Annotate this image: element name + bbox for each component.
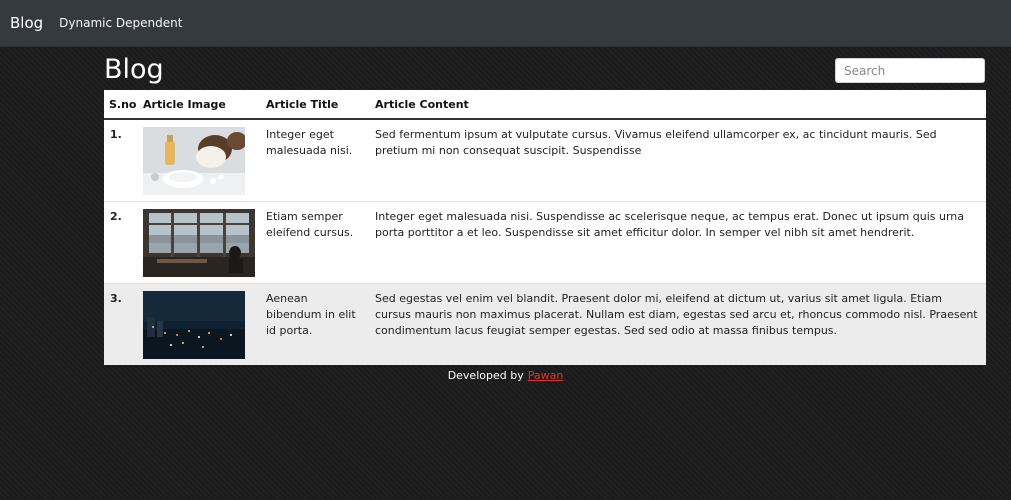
night-city-photo bbox=[143, 291, 245, 359]
row-content: Sed egestas vel enim vel blandit. Praese… bbox=[375, 292, 978, 337]
row-content: Integer eget malesuada nisi. Suspendisse… bbox=[375, 210, 965, 239]
table-row: 2. Etiam semper eleifend cursus. Integer… bbox=[104, 201, 986, 284]
office-window-photo bbox=[143, 209, 255, 277]
column-header-article-title: Article Title bbox=[261, 90, 370, 120]
table-row: 1. Integer eget malesuada nisi. Sed ferm… bbox=[104, 119, 986, 202]
row-sno: 1. bbox=[110, 128, 122, 141]
coconut-products-photo bbox=[143, 127, 245, 195]
row-title: Integer eget malesuada nisi. bbox=[266, 128, 353, 157]
page-title: Blog bbox=[104, 54, 164, 85]
table-header: S.no Article Image Article Title Article… bbox=[104, 90, 986, 120]
row-title: Aenean bibendum in elit id porta. bbox=[266, 292, 356, 337]
row-title: Etiam semper eleifend cursus. bbox=[266, 210, 354, 239]
row-sno: 2. bbox=[110, 210, 122, 223]
row-content: Sed fermentum ipsum at vulputate cursus.… bbox=[375, 128, 937, 157]
row-sno: 3. bbox=[110, 292, 122, 305]
column-header-sno: S.no bbox=[104, 90, 138, 120]
navbar-brand[interactable]: Blog bbox=[10, 14, 43, 32]
row-image-cell bbox=[138, 119, 261, 202]
footer-text: Developed by bbox=[447, 369, 524, 382]
column-header-article-image: Article Image bbox=[138, 90, 261, 120]
footer: Developed by Pawan bbox=[0, 369, 1011, 382]
column-header-article-content: Article Content bbox=[370, 90, 986, 120]
articles-table: S.no Article Image Article Title Article… bbox=[104, 90, 986, 365]
nav-link-dynamic-dependent[interactable]: Dynamic Dependent bbox=[59, 16, 182, 30]
navbar: Blog Dynamic Dependent bbox=[0, 0, 1011, 47]
row-image-cell bbox=[138, 284, 261, 366]
articles-table-container: S.no Article Image Article Title Article… bbox=[104, 90, 986, 365]
row-image-cell bbox=[138, 202, 261, 284]
table-row: 3. Aenean bibendum in elit id porta. Sed… bbox=[104, 283, 986, 366]
footer-author-link[interactable]: Pawan bbox=[528, 369, 564, 382]
search-input[interactable] bbox=[835, 58, 985, 83]
